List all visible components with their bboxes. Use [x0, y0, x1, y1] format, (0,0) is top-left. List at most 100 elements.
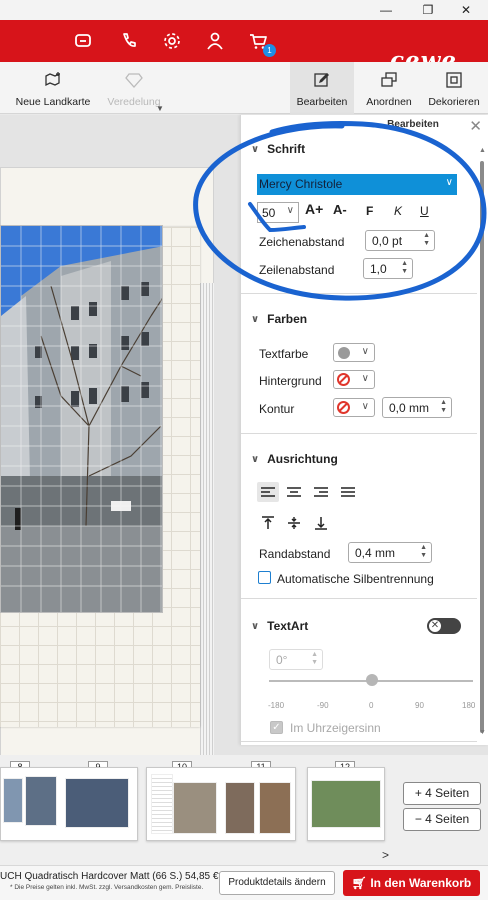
tab-arrange[interactable]: Anordnen — [360, 62, 418, 114]
textart-section-header[interactable]: ∨ TextArt — [251, 619, 308, 633]
stepper-icon[interactable]: ▲ ▼ — [420, 544, 427, 560]
font-family-select[interactable]: Mercy Christole ∨ — [257, 174, 457, 195]
page-spread-thumbnail[interactable] — [307, 767, 385, 841]
rotation-input[interactable]: 0° ▲ ▼ — [269, 649, 323, 670]
chevron-right-icon[interactable]: > — [382, 848, 389, 862]
padding-label: Randabstand — [259, 547, 331, 561]
restore-button[interactable]: ❐ — [414, 0, 442, 20]
page-spread-thumbnail[interactable] — [146, 767, 296, 841]
rotation-slider-thumb[interactable] — [366, 674, 378, 686]
font-section-header[interactable]: ∨ Schrift — [251, 142, 305, 156]
font-section-title: Schrift — [267, 142, 306, 156]
outline-color-picker[interactable]: ∨ — [333, 398, 375, 417]
align-bottom-button[interactable] — [310, 513, 332, 533]
panel-scrollbar[interactable]: ▲ ▼ — [479, 145, 486, 739]
chevron-down-icon: ∨ — [361, 346, 369, 357]
remove-pages-button[interactable]: − 4 Seiten — [403, 808, 481, 831]
map-add-icon — [45, 72, 60, 87]
divider — [241, 741, 477, 742]
line-spacing-value: 1,0 — [370, 262, 387, 276]
thumbnail-photo — [25, 776, 57, 826]
background-color-picker[interactable]: ∨ — [333, 370, 375, 389]
stepper-icon[interactable]: ▲ ▼ — [440, 399, 447, 415]
settings-icon[interactable] — [161, 30, 183, 52]
textart-toggle[interactable]: ✕ — [427, 618, 461, 634]
finishing-label: Veredelung — [107, 96, 161, 108]
line-spacing-label: Zeilenabstand — [259, 263, 335, 277]
bold-button[interactable]: F — [366, 204, 373, 218]
chevron-down-icon: ∨ — [361, 401, 369, 412]
grow-font-button[interactable]: A+ — [305, 201, 323, 217]
hyphenation-checkbox[interactable] — [258, 571, 271, 584]
align-left-button[interactable] — [257, 482, 279, 502]
padding-value: 0,4 mm — [355, 546, 396, 560]
outline-width-input[interactable]: 0,0 mm ▲ ▼ — [382, 397, 452, 418]
thumbnail-text — [151, 774, 173, 834]
color-dot — [338, 347, 350, 359]
new-map-button[interactable]: Neue Landkarte — [14, 62, 92, 114]
cart-count-badge: 1 — [263, 44, 276, 57]
chevron-down-icon: ∨ — [251, 620, 260, 632]
divider — [241, 433, 477, 434]
user-icon[interactable] — [204, 30, 226, 52]
change-product-details-button[interactable]: Produktdetails ändern — [219, 871, 335, 895]
scrollbar-thumb[interactable] — [480, 161, 484, 733]
text-color-picker[interactable]: ∨ — [333, 343, 375, 362]
stepper-icon[interactable]: ▲ ▼ — [423, 232, 430, 248]
italic-button[interactable]: K — [394, 204, 402, 218]
window-titlebar: — ❐ ✕ — [0, 0, 488, 20]
font-size-select[interactable]: 50 ∨ — [257, 202, 299, 223]
align-top-icon — [262, 516, 274, 529]
page-spread-thumbnail[interactable] — [0, 767, 138, 841]
tab-edit[interactable]: Bearbeiten — [290, 62, 354, 114]
letter-spacing-input[interactable]: 0,0 pt ▲ ▼ — [365, 230, 435, 251]
page-edges — [200, 283, 214, 777]
new-map-label: Neue Landkarte — [15, 96, 91, 108]
alignment-section-header[interactable]: ∨ Ausrichtung — [251, 452, 338, 466]
underline-button[interactable]: U — [420, 204, 429, 218]
add-to-cart-label: In den Warenkorb — [370, 876, 472, 890]
align-top-button[interactable] — [257, 513, 279, 533]
font-family-value: Mercy Christole — [259, 177, 343, 191]
alignment-section-title: Ausrichtung — [267, 452, 338, 466]
panel-close-button[interactable]: ✕ — [469, 117, 482, 135]
minimize-button[interactable]: — — [372, 0, 400, 20]
finishing-dropdown-icon[interactable]: ▼ — [156, 104, 164, 113]
add-to-cart-button[interactable]: 🛒︎ In den Warenkorb — [343, 870, 480, 896]
divider — [241, 293, 477, 294]
tick-label: 90 — [415, 701, 424, 710]
stepper-icon[interactable]: ▲ ▼ — [401, 260, 408, 276]
tick-label: -180 — [268, 701, 285, 710]
line-spacing-input[interactable]: 1,0 ▲ ▼ — [363, 258, 413, 279]
close-window-button[interactable]: ✕ — [452, 0, 480, 20]
padding-input[interactable]: 0,4 mm ▲ ▼ — [348, 542, 432, 563]
align-bottom-icon — [315, 517, 327, 530]
colors-section-header[interactable]: ∨ Farben — [251, 312, 307, 326]
edit-icon — [314, 73, 329, 87]
no-color-icon — [337, 401, 350, 414]
finishing-button[interactable]: Veredelung — [104, 62, 164, 114]
background-label: Hintergrund — [259, 374, 322, 388]
close-icon: ✕ — [428, 619, 442, 633]
shrink-font-button[interactable]: A- — [333, 202, 347, 217]
align-middle-button[interactable] — [283, 513, 305, 533]
letter-spacing-value: 0,0 pt — [372, 234, 403, 248]
chat-icon[interactable] — [72, 30, 94, 52]
textart-section-title: TextArt — [267, 619, 309, 633]
rotation-value: 0° — [276, 653, 288, 667]
chevron-down-icon: ∨ — [251, 143, 260, 155]
align-center-button[interactable] — [283, 482, 305, 502]
clockwise-checkbox[interactable]: ✓ — [270, 721, 283, 734]
divider — [241, 598, 477, 599]
align-right-button[interactable] — [310, 482, 332, 502]
tab-decorate[interactable]: Dekorieren — [424, 62, 484, 114]
stepper-icon[interactable]: ▲ ▼ — [311, 651, 318, 667]
street-photo[interactable] — [0, 225, 163, 613]
align-justify-button[interactable] — [337, 482, 359, 502]
align-left-icon — [261, 487, 275, 497]
add-pages-button[interactable]: + 4 Seiten — [403, 782, 481, 805]
thumbnail-photo — [259, 782, 291, 834]
no-color-icon — [337, 373, 350, 386]
font-size-value: 50 — [262, 206, 276, 220]
phone-icon[interactable] — [118, 30, 140, 52]
